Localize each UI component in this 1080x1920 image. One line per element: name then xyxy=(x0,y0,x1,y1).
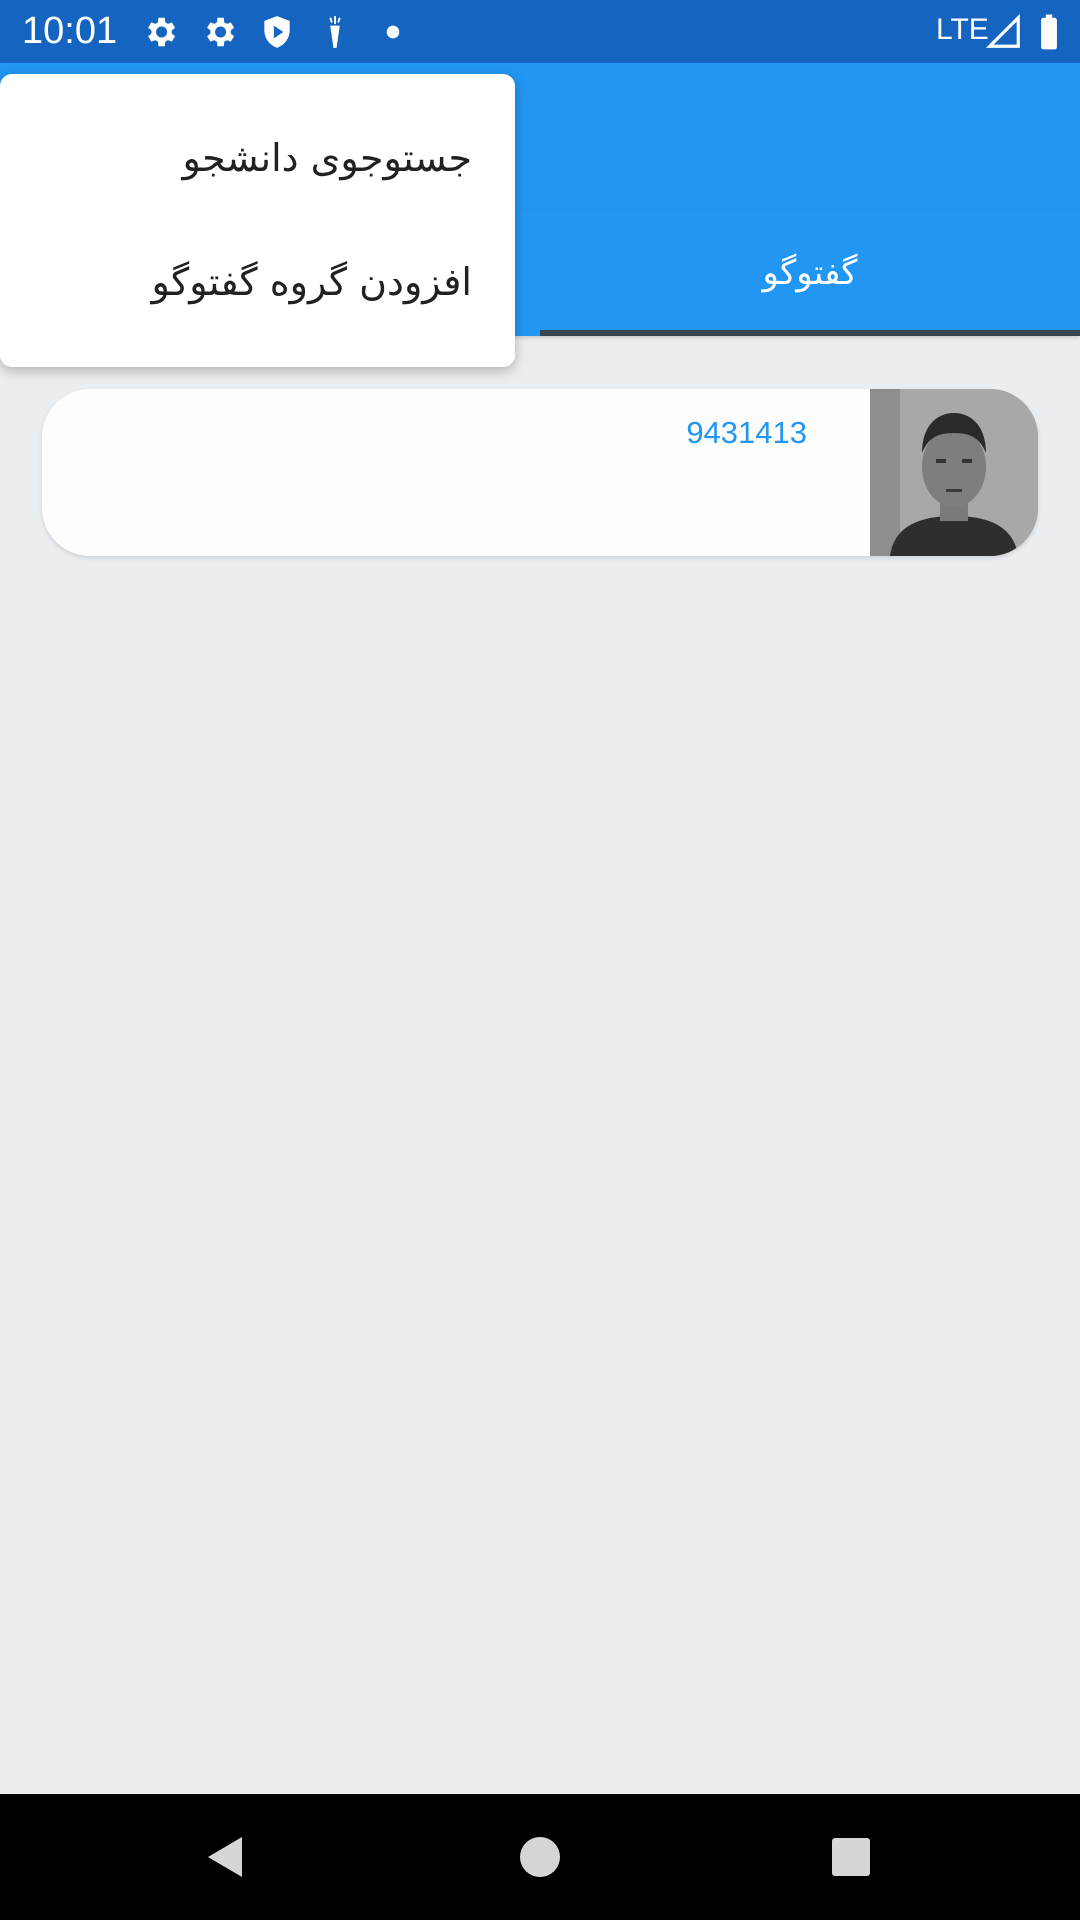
menu-item-add-chat-group[interactable]: افزودن گروه گفتوگو xyxy=(152,252,472,312)
gear-icon xyxy=(200,13,238,51)
battery-icon xyxy=(1030,13,1068,51)
shield-play-icon xyxy=(258,13,296,51)
carrot-icon xyxy=(316,13,354,51)
overflow-menu: جستوجوی دانشجو افزودن گروه گفتوگو xyxy=(0,74,515,367)
home-icon[interactable] xyxy=(515,1832,565,1882)
chat-title: 9431413 xyxy=(686,415,807,450)
back-icon[interactable] xyxy=(200,1832,250,1882)
network-type: LTE xyxy=(936,13,989,46)
menu-item-search-student[interactable]: جستوجوی دانشجو xyxy=(182,128,472,188)
navigation-bar xyxy=(0,1794,1080,1920)
status-time: 10:01 xyxy=(22,10,118,52)
tab-chat[interactable]: گفتوگو xyxy=(540,210,1080,336)
gear-icon xyxy=(141,13,179,51)
tab-indicator xyxy=(540,330,1080,336)
recents-icon[interactable] xyxy=(826,1832,876,1882)
dot-icon xyxy=(374,13,412,51)
signal-icon xyxy=(985,13,1023,51)
status-bar: 10:01 LTE xyxy=(0,0,1080,63)
chat-list-item[interactable]: 9431413 xyxy=(42,389,1038,556)
avatar xyxy=(870,389,1038,556)
